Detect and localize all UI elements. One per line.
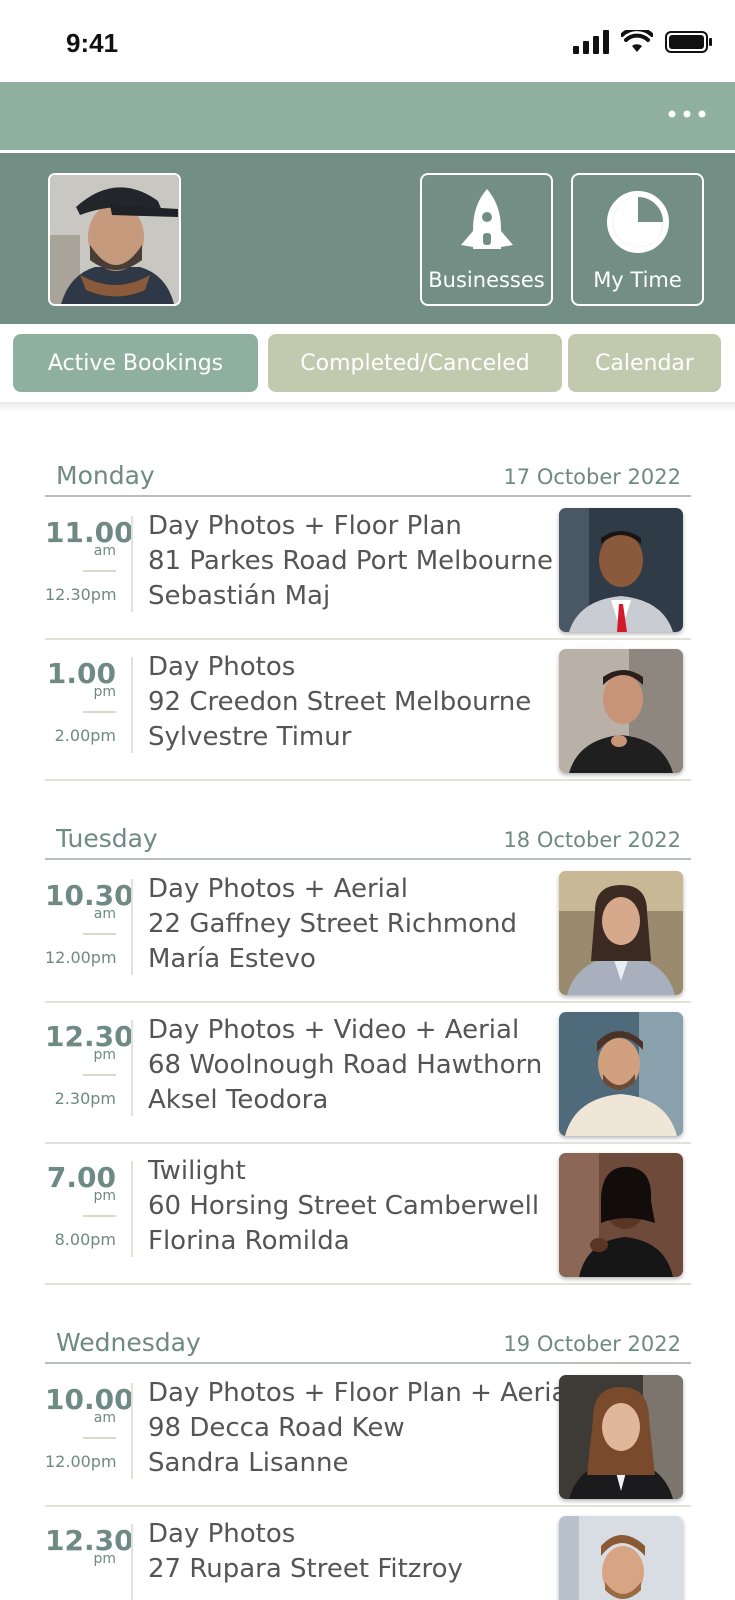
time-divider (83, 570, 116, 572)
end-time: 8.00pm (54, 1230, 116, 1249)
time-divider (83, 1437, 116, 1439)
tabs-shadow (0, 402, 735, 412)
booking-address: 81 Parkes Road Port Melbourne (148, 546, 553, 576)
client-photo[interactable] (559, 1153, 683, 1277)
rocket-icon (460, 189, 513, 249)
end-time: 12.00pm (45, 948, 117, 967)
end-time: 2.00pm (54, 726, 116, 745)
booking-info: Day Photos + Aerial 22 Gaffney Street Ri… (148, 872, 548, 977)
vertical-divider (131, 657, 133, 753)
profile-header: Businesses My Time (0, 153, 735, 324)
booking-info: Twilight 60 Horsing Street Camberwell Fl… (148, 1154, 548, 1259)
status-icons (573, 30, 713, 54)
start-ampm: am (93, 1410, 116, 1426)
clock-icon (606, 191, 669, 253)
client-photo[interactable] (559, 508, 683, 632)
vertical-divider (131, 1383, 133, 1479)
day-header-monday: Monday 17 October 2022 (45, 451, 691, 497)
start-ampm: pm (93, 1188, 116, 1204)
start-ampm: pm (93, 1047, 116, 1063)
businesses-button[interactable]: Businesses (420, 173, 553, 306)
booking-client: Sebastián Maj (148, 581, 331, 611)
booking-service: Day Photos + Video + Aerial (148, 1015, 520, 1045)
time-divider (83, 1074, 116, 1076)
booking-address: 98 Decca Road Kew (148, 1413, 405, 1443)
time-divider (83, 933, 116, 935)
tab-completed-canceled[interactable]: Completed/Canceled (268, 334, 562, 392)
booking-client: Aksel Teodora (148, 1085, 329, 1115)
booking-service: Day Photos + Floor Plan + Aerial (148, 1378, 575, 1408)
vertical-divider (131, 1161, 133, 1257)
businesses-label: Businesses (428, 268, 545, 292)
end-time: 12.00pm (45, 1452, 117, 1471)
booking-info: Day Photos + Floor Plan 81 Parkes Road P… (148, 509, 553, 614)
booking-service: Day Photos (148, 652, 296, 682)
booking-address: 92 Creedon Street Melbourne (148, 687, 532, 717)
day-date: 19 October 2022 (503, 1332, 681, 1356)
day-date: 17 October 2022 (503, 465, 681, 489)
booking-row[interactable]: 12.30 pm 2.30pm Day Photos + Video + Aer… (45, 1003, 691, 1144)
booking-client: Sylvestre Timur (148, 722, 352, 752)
avatar-image (50, 175, 179, 304)
day-date: 18 October 2022 (503, 828, 681, 852)
booking-info: Day Photos + Video + Aerial 68 Woolnough… (148, 1013, 548, 1118)
battery-icon (665, 31, 712, 53)
client-photo[interactable] (559, 1012, 683, 1136)
avatar[interactable] (48, 173, 181, 306)
booking-address: 60 Horsing Street Camberwell (148, 1191, 540, 1221)
wifi-icon (621, 30, 653, 52)
booking-row[interactable]: 12.30 pm Day Photos 27 Rupara Street Fit… (45, 1507, 691, 1600)
client-photo[interactable] (559, 1516, 683, 1600)
booking-info: Day Photos 92 Creedon Street Melbourne S… (148, 650, 548, 755)
booking-service: Day Photos + Aerial (148, 874, 409, 904)
booking-service: Day Photos + Floor Plan (148, 511, 462, 541)
booking-client: Florina Romilda (148, 1226, 350, 1256)
tab-active-bookings[interactable]: Active Bookings (13, 334, 258, 392)
vertical-divider (131, 1524, 133, 1600)
vertical-divider (131, 516, 133, 612)
start-ampm: am (93, 543, 116, 559)
day-name: Tuesday (56, 824, 158, 853)
end-time: 12.30pm (45, 585, 117, 604)
day-name: Wednesday (56, 1328, 201, 1357)
end-time: 2.30pm (54, 1089, 116, 1108)
start-ampm: pm (93, 1551, 116, 1567)
client-photo[interactable] (559, 871, 683, 995)
booking-row[interactable]: 10.00 am 12.00pm Day Photos + Floor Plan… (45, 1366, 691, 1507)
booking-info: Day Photos + Floor Plan + Aerial 98 Decc… (148, 1376, 575, 1481)
time-divider (83, 1215, 116, 1217)
booking-address: 22 Gaffney Street Richmond (148, 909, 518, 939)
day-header-wednesday: Wednesday 19 October 2022 (45, 1318, 691, 1364)
booking-info: Day Photos 27 Rupara Street Fitzroy (148, 1517, 548, 1587)
booking-address: 68 Woolnough Road Hawthorn (148, 1050, 543, 1080)
booking-client: Sandra Lisanne (148, 1448, 349, 1478)
booking-address: 27 Rupara Street Fitzroy (148, 1554, 463, 1584)
booking-row[interactable]: 11.00 am 12.30pm Day Photos + Floor Plan… (45, 499, 691, 640)
top-bar (0, 82, 735, 150)
status-bar: 9:41 (0, 0, 735, 82)
start-ampm: am (93, 906, 116, 922)
vertical-divider (131, 879, 133, 975)
status-time: 9:41 (66, 28, 119, 58)
more-options-icon[interactable] (667, 102, 707, 126)
my-time-button[interactable]: My Time (571, 173, 704, 306)
booking-service: Day Photos (148, 1519, 296, 1549)
my-time-label: My Time (593, 268, 682, 292)
day-name: Monday (56, 461, 155, 490)
booking-row[interactable]: 10.30 am 12.00pm Day Photos + Aerial 22 … (45, 862, 691, 1003)
cellular-signal-icon (573, 30, 609, 54)
booking-client: María Estevo (148, 944, 316, 974)
tab-calendar[interactable]: Calendar (568, 334, 721, 392)
start-ampm: pm (93, 684, 116, 700)
vertical-divider (131, 1020, 133, 1116)
client-photo[interactable] (559, 649, 683, 773)
client-photo[interactable] (559, 1375, 683, 1499)
booking-service: Twilight (148, 1156, 246, 1186)
day-header-tuesday: Tuesday 18 October 2022 (45, 814, 691, 860)
time-divider (83, 711, 116, 713)
booking-row[interactable]: 7.00 pm 8.00pm Twilight 60 Horsing Stree… (45, 1144, 691, 1285)
booking-row[interactable]: 1.00 pm 2.00pm Day Photos 92 Creedon Str… (45, 640, 691, 781)
